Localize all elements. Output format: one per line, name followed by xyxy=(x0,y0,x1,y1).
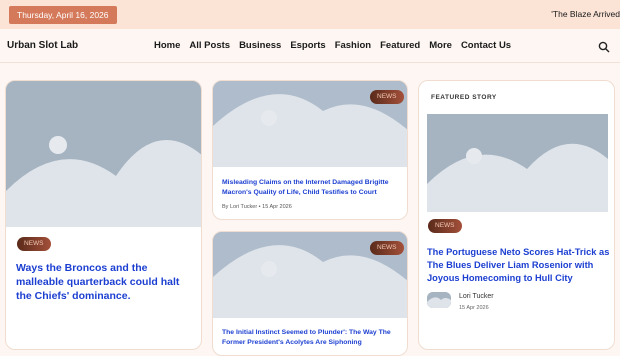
date-badge: Thursday, April 16, 2026 xyxy=(9,6,117,24)
featured-title[interactable]: The Portuguese Neto Scores Hat-Trick as … xyxy=(427,246,612,285)
article-title[interactable]: Ways the Broncos and the malleable quart… xyxy=(16,261,196,303)
featured-story-panel: FEATURED STORY NEWS The Portuguese Neto … xyxy=(418,80,615,350)
article-title[interactable]: The Initial Instinct Seemed to Plunder':… xyxy=(222,328,402,347)
nav-home[interactable]: Home xyxy=(154,40,180,51)
author-avatar xyxy=(427,292,451,308)
featured-label: FEATURED STORY xyxy=(431,94,497,101)
nav-all-posts[interactable]: All Posts xyxy=(189,40,230,51)
site-header: Urban Slot Lab Home All Posts Business E… xyxy=(0,29,620,63)
article-card-large[interactable]: NEWS Ways the Broncos and the malleable … xyxy=(5,80,202,350)
article-image xyxy=(6,81,201,227)
news-ticker[interactable]: 'The Blaze Arrived xyxy=(551,9,620,19)
nav-contact-us[interactable]: Contact Us xyxy=(461,40,511,51)
top-bar: Thursday, April 16, 2026 'The Blaze Arri… xyxy=(0,0,620,29)
main-nav: Home All Posts Business Esports Fashion … xyxy=(154,40,511,51)
search-icon[interactable] xyxy=(598,41,610,53)
post-date: 15 Apr 2026 xyxy=(459,305,489,311)
nav-business[interactable]: Business xyxy=(239,40,281,51)
category-badge[interactable]: NEWS xyxy=(370,241,404,255)
author-name[interactable]: Lori Tucker xyxy=(459,293,494,300)
category-badge[interactable]: NEWS xyxy=(428,219,462,233)
site-logo[interactable]: Urban Slot Lab xyxy=(7,40,78,51)
nav-more[interactable]: More xyxy=(429,40,452,51)
article-card[interactable]: NEWS The Initial Instinct Seemed to Plun… xyxy=(212,231,408,356)
featured-image[interactable] xyxy=(427,114,608,212)
category-badge[interactable]: NEWS xyxy=(17,237,51,251)
article-title[interactable]: Misleading Claims on the Internet Damage… xyxy=(222,178,402,197)
article-meta: By Lori Tucker • 15 Apr 2026 xyxy=(222,204,292,210)
nav-featured[interactable]: Featured xyxy=(380,40,420,51)
article-card[interactable]: NEWS Misleading Claims on the Internet D… xyxy=(212,80,408,220)
nav-fashion[interactable]: Fashion xyxy=(335,40,371,51)
category-badge[interactable]: NEWS xyxy=(370,90,404,104)
nav-esports[interactable]: Esports xyxy=(290,40,325,51)
